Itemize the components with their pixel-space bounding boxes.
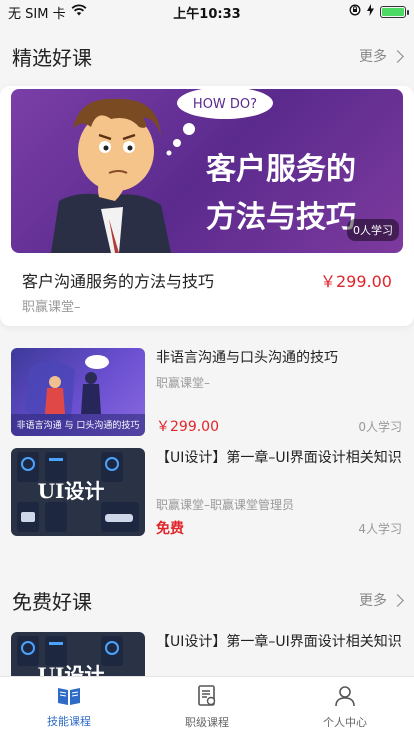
- bolt-icon: [367, 4, 374, 20]
- tab-level-courses[interactable]: 职级课程: [138, 677, 276, 736]
- carrier-label: 无 SIM 卡: [8, 6, 66, 22]
- course-list-item[interactable]: UI设计 【UI设计】第一章–UI界面设计相关知识 职赢课堂–职赢课堂管理员 免…: [0, 446, 414, 546]
- course-thumbnail: 非语言沟通 与 口头沟通的技巧: [11, 348, 145, 436]
- featured-viewers-badge: 0人学习: [347, 219, 399, 241]
- free-more-link[interactable]: 更多: [359, 590, 404, 610]
- free-section-header: 免费好课 更多: [0, 578, 414, 622]
- featured-course-title: 客户沟通服务的方法与技巧: [22, 272, 215, 291]
- chevron-right-icon: [391, 49, 404, 63]
- course-title: 【UI设计】第一章–UI界面设计相关知识: [156, 634, 402, 650]
- thumb-caption: UI设计: [38, 663, 105, 676]
- tab-skill-courses[interactable]: 技能课程: [0, 677, 138, 736]
- featured-course-card[interactable]: HOW DO? 客户服务的 方法与技巧 0人学习 客户沟通服务的方法与技巧 ￥2…: [0, 86, 414, 326]
- course-org: 职赢课堂–职赢课堂管理员: [156, 498, 295, 512]
- featured-section-title: 精选好课: [12, 45, 92, 70]
- free-course-list-item[interactable]: UI设计 【UI设计】第一章–UI界面设计相关知识: [0, 630, 414, 676]
- featured-section-header: 精选好课 更多: [0, 34, 414, 78]
- more-label: 更多: [359, 593, 387, 609]
- course-price: ￥299.00: [156, 419, 219, 435]
- course-price-free: 免费: [156, 521, 184, 537]
- orientation-lock-icon: [349, 4, 361, 20]
- course-org: 职赢课堂–: [156, 376, 211, 390]
- course-title: 【UI设计】第一章–UI界面设计相关知识: [156, 450, 402, 466]
- course-list: 非语言沟通 与 口头沟通的技巧 非语言沟通与口头沟通的技巧 职赢课堂– ￥299…: [0, 336, 414, 552]
- book-icon: [56, 685, 82, 710]
- featured-course-price: ￥299.00: [320, 272, 392, 291]
- featured-course-org: 职赢课堂–: [22, 300, 81, 315]
- thumb-caption: 非语言沟通 与 口头沟通的技巧: [17, 419, 140, 431]
- featured-more-link[interactable]: 更多: [359, 46, 404, 66]
- wifi-icon: [71, 4, 87, 20]
- user-icon: [334, 684, 356, 711]
- course-thumbnail: UI设计: [11, 632, 145, 676]
- chevron-right-icon: [391, 593, 404, 607]
- tab-label: 个人中心: [323, 715, 367, 729]
- document-icon: [196, 684, 218, 711]
- course-title: 非语言沟通与口头沟通的技巧: [156, 350, 338, 366]
- image-headline-2: 方法与技巧: [206, 200, 356, 235]
- course-learner-count: 4人学习: [358, 522, 402, 536]
- battery-icon: [380, 6, 409, 18]
- course-learner-count: 0人学习: [358, 420, 402, 434]
- image-headline-1: 客户服务的: [206, 152, 356, 187]
- tab-label: 技能课程: [47, 714, 91, 728]
- tab-bar: 技能课程 职级课程 个人中心: [0, 676, 414, 736]
- course-thumbnail: UI设计: [11, 448, 145, 536]
- status-bar: 无 SIM 卡 上午10:33: [0, 0, 414, 24]
- tab-personal-center[interactable]: 个人中心: [276, 677, 414, 736]
- bubble-text: HOW DO?: [193, 97, 257, 112]
- course-list-item[interactable]: 非语言沟通 与 口头沟通的技巧 非语言沟通与口头沟通的技巧 职赢课堂– ￥299…: [0, 346, 414, 446]
- free-section-title: 免费好课: [12, 589, 92, 614]
- tab-label: 职级课程: [185, 715, 229, 729]
- more-label: 更多: [359, 49, 387, 65]
- featured-course-image: HOW DO? 客户服务的 方法与技巧 0人学习: [11, 89, 403, 253]
- thumb-caption: UI设计: [38, 479, 105, 503]
